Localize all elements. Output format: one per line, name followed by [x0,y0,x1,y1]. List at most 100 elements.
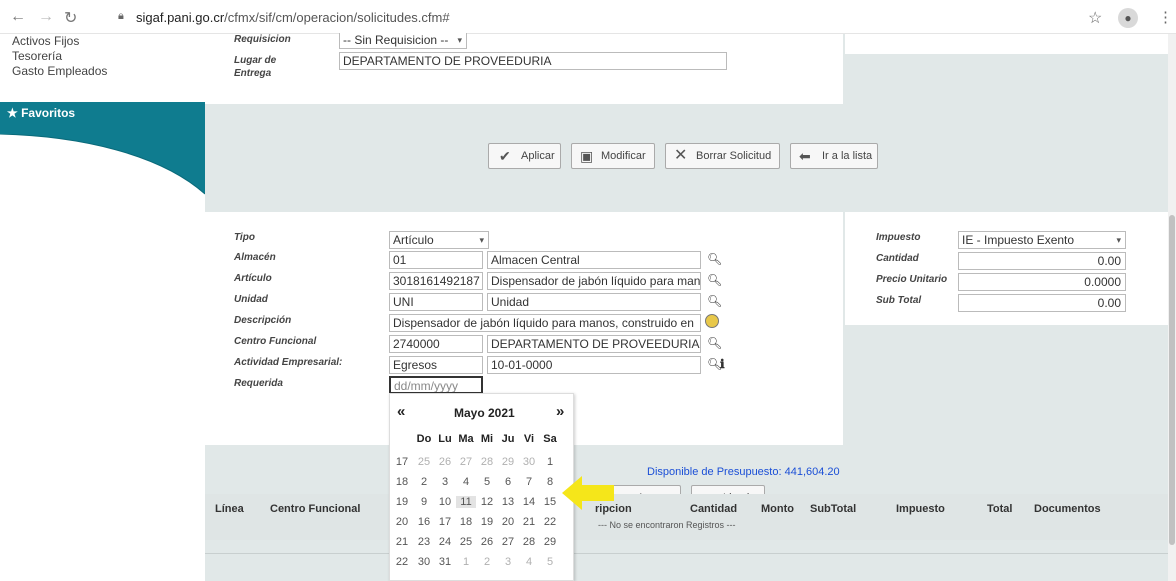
calendar-day[interactable]: 5 [540,556,560,568]
calendar-day[interactable]: 17 [435,516,455,528]
calendar-day[interactable]: 4 [456,476,476,488]
sidebar-item-gasto-empleados[interactable]: Gasto Empleados [12,64,107,78]
calendar-day[interactable]: 30 [414,556,434,568]
articulo-name-field[interactable]: Dispensador de jabón líquido para manos [487,272,701,290]
unidad-code-field[interactable]: UNI [389,293,483,311]
descripcion-field[interactable]: Dispensador de jabón líquido para manos,… [389,314,701,332]
calendar-day[interactable]: 15 [540,496,560,508]
calendar-day[interactable]: 20 [498,516,518,528]
week-number: 18 [395,476,409,488]
sidebar-item-tesoreria[interactable]: Tesorería [12,49,62,63]
calendar-day[interactable]: 12 [477,496,497,508]
reload-icon[interactable]: ↻ [64,8,77,28]
calendar-day[interactable]: 7 [519,476,539,488]
calendar-day[interactable]: 29 [498,456,518,468]
forward-arrow-icon[interactable]: → [38,8,54,26]
next-month-button[interactable]: » [556,403,564,420]
scrollbar-thumb[interactable] [1169,215,1175,545]
col-linea[interactable]: Línea [215,503,244,515]
calendar-day[interactable]: 26 [477,536,497,548]
precio-unitario-field[interactable]: 0.0000 [958,273,1126,291]
calendar-day[interactable]: 5 [477,476,497,488]
calendar-day[interactable]: 29 [540,536,560,548]
col-centro-funcional[interactable]: Centro Funcional [270,503,360,515]
calendar-day[interactable]: 9 [414,496,434,508]
calendar-day[interactable]: 16 [414,516,434,528]
calendar-day[interactable]: 13 [498,496,518,508]
search-icon[interactable]: 🔍︎ [707,294,722,308]
calendar-day[interactable]: 10 [435,496,455,508]
sidebar-item-activos-fijos[interactable]: Activos Fijos [12,34,79,48]
address-bar[interactable]: 🔒︎ sigaf.pani.go.cr/cfmx/sif/cm/operacio… [108,7,1138,29]
calendar-day[interactable]: 18 [456,516,476,528]
calendar-day[interactable]: 4 [519,556,539,568]
actividad-code-field[interactable]: Egresos [389,356,483,374]
favorites-title[interactable]: ★ Favoritos [7,106,75,120]
edit-note-icon[interactable] [705,314,719,328]
calendar-day[interactable]: 2 [477,556,497,568]
search-icon[interactable]: 🔍︎ [707,273,722,287]
search-icon[interactable]: 🔍︎ [707,336,722,350]
calendar-day[interactable]: 28 [519,536,539,548]
col-documentos[interactable]: Documentos [1034,503,1101,515]
calendar-day[interactable]: 3 [498,556,518,568]
borrar-solicitud-button[interactable]: ✕ Borrar Solicitud [665,143,780,169]
tipo-select[interactable]: Artículo ▾ [389,231,489,249]
calendar-day[interactable]: 8 [540,476,560,488]
calendar-day[interactable]: 19 [477,516,497,528]
calendar-day[interactable]: 22 [540,516,560,528]
calendar-day[interactable]: 6 [498,476,518,488]
subtotal-label: Sub Total [876,295,922,306]
articulo-code-field[interactable]: 3018161492187 [389,272,483,290]
prev-month-button[interactable]: « [397,403,405,420]
back-arrow-icon[interactable]: ← [10,8,26,26]
calendar-day[interactable]: 11 [456,496,476,508]
col-monto[interactable]: Monto [761,503,794,515]
ir-a-la-lista-button[interactable]: ⬅ Ir a la lista [790,143,878,169]
calendar-day[interactable]: 23 [414,536,434,548]
calendar-day[interactable]: 2 [414,476,434,488]
calendar-day[interactable]: 27 [456,456,476,468]
calendar-day[interactable]: 3 [435,476,455,488]
requisicion-select[interactable]: -- Sin Requisicion -- ▾ [339,33,467,49]
calendar-day[interactable]: 27 [498,536,518,548]
modificar-button[interactable]: ▣ Modificar [571,143,655,169]
unidad-name-field[interactable]: Unidad [487,293,701,311]
header-form-panel: Requisicion -- Sin Requisicion -- ▾ Lugar… [205,33,843,104]
calendar-day[interactable]: 21 [519,516,539,528]
aplicar-button[interactable]: ✔ Aplicar [488,143,561,169]
almacen-code-field[interactable]: 01 [389,251,483,269]
bookmark-star-icon[interactable]: ☆ [1088,8,1102,28]
calendar-day[interactable]: 25 [414,456,434,468]
subtotal-field[interactable]: 0.00 [958,294,1126,312]
requerida-date-input[interactable]: dd/mm/yyyy [389,376,483,394]
lugar-entrega-label: Lugar de Entrega [234,55,277,79]
search-icon[interactable]: 🔍︎ [707,252,722,266]
calendar-day[interactable]: 31 [435,556,455,568]
centro-code-field[interactable]: 2740000 [389,335,483,353]
calendar-day[interactable]: 30 [519,456,539,468]
almacen-name-field[interactable]: Almacen Central [487,251,701,269]
centro-name-field[interactable]: DEPARTAMENTO DE PROVEEDURIA [487,335,701,353]
profile-avatar-icon[interactable]: ● [1118,8,1138,28]
actividad-value-field[interactable]: 10-01-0000 [487,356,701,374]
col-subtotal[interactable]: SubTotal [810,503,856,515]
col-impuesto[interactable]: Impuesto [896,503,945,515]
col-cantidad[interactable]: Cantidad [690,503,737,515]
cantidad-field[interactable]: 0.00 [958,252,1126,270]
calendar-day[interactable]: 1 [456,556,476,568]
calendar-day[interactable]: 25 [456,536,476,548]
calendar-month-title[interactable]: Mayo 2021 [454,406,515,420]
empty-grid-message: --- No se encontraron Registros --- [598,520,736,530]
lugar-entrega-field[interactable]: DEPARTAMENTO DE PROVEEDURIA [339,52,727,70]
info-icon[interactable]: ℹ [720,357,725,371]
col-total[interactable]: Total [987,503,1012,515]
browser-toolbar: ← → ↻ 🔒︎ sigaf.pani.go.cr/cfmx/sif/cm/op… [0,0,1176,34]
calendar-day[interactable]: 28 [477,456,497,468]
calendar-day[interactable]: 1 [540,456,560,468]
impuesto-select[interactable]: IE - Impuesto Exento ▾ [958,231,1126,249]
calendar-day[interactable]: 26 [435,456,455,468]
calendar-day[interactable]: 14 [519,496,539,508]
menu-kebab-icon[interactable]: ⋮ [1158,8,1173,26]
calendar-day[interactable]: 24 [435,536,455,548]
